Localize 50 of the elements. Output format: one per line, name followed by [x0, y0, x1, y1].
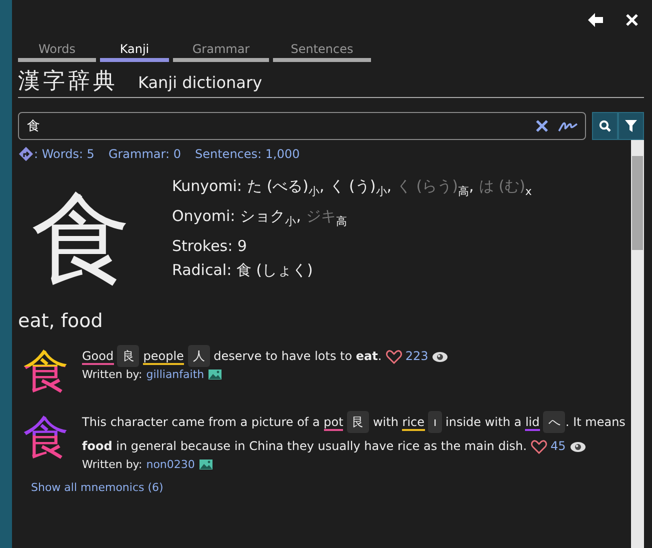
component-link[interactable]: lid [525, 415, 540, 431]
image-icon[interactable] [198, 459, 213, 470]
reading-line: Onyomi: ショク$_{小}$, ジキ$_{高}$ [172, 206, 348, 230]
author-link[interactable]: gillianfaith [146, 368, 204, 381]
clear-icon[interactable] [536, 120, 548, 132]
strokes-text: Strokes: 9 [172, 236, 248, 257]
search-button[interactable] [592, 112, 618, 140]
tab[interactable]: Kanji [100, 40, 169, 62]
count-link[interactable]: Sentences: 1,000 [195, 147, 300, 161]
component-link[interactable]: Good [82, 349, 114, 365]
author-label: Written by: [82, 458, 142, 471]
show-all-link[interactable]: Show all mnemonics (6) [31, 481, 631, 494]
component-link[interactable]: pot [324, 415, 344, 431]
mnemonic-text: Good 良 people 人 deserve to have lots to eat. 223 [82, 344, 631, 368]
component-link[interactable]: people [143, 349, 184, 365]
eye-icon[interactable] [432, 350, 448, 363]
radical-text: Radical: 食 (しょく) [172, 260, 314, 281]
like-count: 223 [405, 349, 428, 363]
tab[interactable]: Grammar [173, 40, 269, 62]
heart-icon[interactable] [386, 350, 402, 364]
eye-icon[interactable] [570, 440, 586, 453]
count-link[interactable]: : Words: 5 [34, 147, 94, 161]
heading-japanese: 漢字辞典 [18, 68, 118, 96]
close-icon[interactable] [626, 14, 638, 26]
filter-button[interactable] [618, 112, 644, 140]
author-label: Written by: [82, 368, 142, 381]
handwriting-icon[interactable] [558, 120, 578, 132]
like-count: 45 [550, 439, 566, 453]
tab[interactable]: Sentences [273, 40, 371, 62]
component-chip[interactable]: 人 [188, 345, 210, 367]
component-chip[interactable]: へ [543, 411, 566, 433]
count-link[interactable]: Grammar: 0 [108, 147, 181, 161]
component-chip[interactable]: ı [428, 411, 442, 433]
search-icon [599, 120, 611, 132]
search-field[interactable]: 食 [18, 112, 586, 140]
back-arrow-icon[interactable] [588, 13, 604, 27]
reading-line: Kunyomi: た (べる)$_{小}$, く (う)$_{小}$, く (らう)$_{高}$, は (む)$_{x}$ [172, 176, 532, 200]
filter-icon [625, 120, 637, 132]
image-icon[interactable] [208, 369, 222, 380]
component-chip[interactable]: 良 [117, 345, 140, 367]
component-link[interactable]: rice [402, 415, 425, 431]
kanji-character: 食 [30, 179, 132, 299]
tab[interactable]: Words [18, 40, 96, 62]
component-chip[interactable]: 艮 [347, 411, 370, 433]
scrollbar[interactable] [631, 140, 644, 548]
author-link[interactable]: non0230 [146, 458, 195, 471]
heart-icon[interactable] [530, 440, 547, 454]
mnemonic-text: This character came from a picture of a pot 艮 with rice ı inside with a lid へ . It means food in general because in China they usually have rice as the main dish. 45 [82, 410, 631, 458]
heading-english: Kanji dictionary [138, 73, 262, 92]
meaning-text: eat, food [18, 310, 104, 332]
